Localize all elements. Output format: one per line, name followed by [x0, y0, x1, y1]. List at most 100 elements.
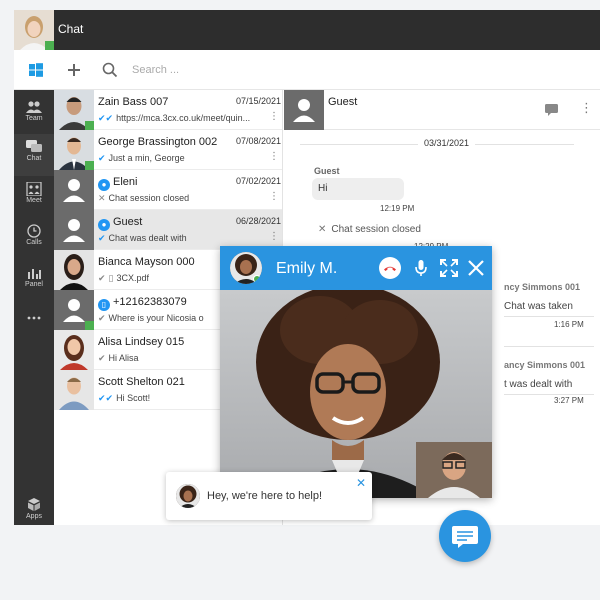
video-call-header: Emily M.	[220, 246, 492, 290]
help-popup[interactable]: Hey, we're here to help! ✕	[166, 472, 372, 520]
avatar	[54, 250, 94, 290]
chat-preview-line: ✔ Chat was dealt with	[98, 233, 263, 244]
nav-item-team[interactable]: Team	[14, 94, 54, 136]
chat-name: Eleni	[113, 176, 138, 188]
close-icon[interactable]	[465, 257, 487, 279]
message-sender: Guest	[314, 166, 340, 176]
message-text: t was dealt with	[504, 379, 573, 390]
message-time: 3:27 PM	[554, 396, 584, 405]
read-check-icon: ✔✔	[98, 113, 114, 123]
team-icon	[26, 101, 42, 113]
chat-preview-line: ✔✔ https://mca.3cx.co.uk/meet/quin...	[98, 113, 263, 124]
chat-preview: Hi Scott!	[116, 393, 151, 403]
message-time: 1:16 PM	[554, 320, 584, 329]
nav-item-panel[interactable]: Panel	[14, 260, 54, 302]
search-icon[interactable]	[100, 60, 120, 80]
divider	[504, 346, 594, 347]
chat-list-item[interactable]: ● Eleni 07/02/2021 ✕ Chat session closed ⋮	[54, 170, 282, 210]
nav-item-meet[interactable]: Meet	[14, 176, 54, 218]
online-status	[45, 41, 54, 50]
online-status	[253, 275, 261, 283]
avatar	[54, 210, 94, 250]
chat-name-line: ● Eleni	[98, 176, 137, 191]
video-call-window[interactable]: Emily M.	[220, 246, 492, 498]
online-status	[85, 321, 94, 330]
more-options-icon[interactable]: ⋮	[269, 112, 279, 122]
chat-list-item[interactable]: Zain Bass 007 07/15/2021 ✔✔ https://mca.3…	[54, 90, 282, 130]
search-input[interactable]	[132, 59, 272, 81]
top-bar: Chat	[14, 10, 600, 50]
more-icon	[27, 316, 41, 320]
system-message-line: ✕ Chat session closed	[318, 224, 421, 235]
avatar	[54, 370, 94, 410]
divider	[504, 316, 594, 317]
avatar	[54, 290, 94, 330]
add-icon[interactable]	[64, 60, 84, 80]
chat-date: 06/28/2021	[235, 216, 281, 226]
conversation-title: Guest	[328, 96, 358, 108]
close-icon: ✕	[98, 193, 106, 203]
avatar	[284, 90, 324, 130]
phone-icon: ▯	[98, 299, 110, 311]
check-icon: ✔	[98, 273, 106, 283]
check-icon: ✔	[98, 233, 106, 243]
livechat-icon: ●	[98, 179, 110, 191]
nav-label: Meet	[26, 197, 42, 204]
chat-date: 07/02/2021	[235, 176, 281, 186]
date-separator: 03/31/2021	[300, 138, 574, 148]
chat-list-item-selected[interactable]: ● Guest 06/28/2021 ✔ Chat was dealt with ⋮	[54, 210, 282, 250]
nav-label: Team	[25, 115, 43, 122]
chat-name-line: ▯ +12162383079	[98, 296, 187, 311]
nav-item-more[interactable]	[14, 304, 54, 332]
fullscreen-icon[interactable]	[438, 257, 460, 279]
transfer-chat-icon[interactable]	[544, 102, 560, 118]
message-sender: ncy Simmons 001	[504, 282, 581, 292]
open-chat-button[interactable]	[439, 510, 491, 562]
self-video-preview[interactable]	[416, 442, 492, 498]
chat-preview: Chat was dealt with	[108, 233, 187, 243]
nav-item-apps[interactable]: Apps	[14, 492, 54, 525]
nav-item-chat[interactable]: Chat	[14, 134, 54, 176]
avatar	[54, 90, 94, 130]
chat-preview: Hi Alisa	[108, 353, 139, 363]
chat-preview-line: ✕ Chat session closed	[98, 193, 263, 204]
chat-list-item[interactable]: George Brassington 002 07/08/2021 ✔ Just …	[54, 130, 282, 170]
divider	[504, 394, 594, 395]
nav-label: Apps	[26, 513, 42, 520]
microphone-icon[interactable]	[410, 257, 432, 279]
chat-preview: https://mca.3cx.co.uk/meet/quin...	[116, 113, 251, 123]
close-icon[interactable]: ✕	[356, 476, 366, 490]
online-status	[85, 161, 94, 170]
check-icon: ✔	[98, 353, 106, 363]
conversation-header: Guest ⋮	[284, 90, 600, 130]
message-sender: ancy Simmons 001	[504, 360, 586, 370]
chat-icon	[26, 140, 42, 152]
more-options-icon[interactable]: ⋮	[580, 100, 593, 116]
chat-name: George Brassington 002	[98, 136, 218, 148]
windows-icon[interactable]	[26, 60, 46, 80]
chat-name: +12162383079	[113, 296, 187, 308]
calls-icon	[27, 224, 41, 238]
more-options-icon[interactable]: ⋮	[269, 152, 279, 162]
avatar	[54, 130, 94, 170]
remote-video	[220, 284, 492, 498]
apps-icon	[28, 498, 40, 511]
date-label: 03/31/2021	[418, 138, 476, 148]
help-popup-text: Hey, we're here to help!	[207, 490, 323, 502]
chat-date: 07/08/2021	[235, 136, 281, 146]
more-options-icon[interactable]: ⋮	[269, 192, 279, 202]
more-options-icon[interactable]: ⋮	[269, 232, 279, 242]
panel-icon	[28, 269, 41, 279]
message-time: 12:19 PM	[380, 204, 415, 213]
chat-preview: Where is your Nicosia o	[108, 313, 204, 323]
message-text: Chat was taken	[504, 301, 573, 312]
hang-up-icon[interactable]	[379, 257, 401, 279]
chat-preview: Chat session closed	[108, 193, 190, 203]
toolbar	[14, 50, 600, 90]
user-avatar[interactable]	[14, 10, 54, 50]
chat-preview-line: ✔ Just a min, George	[98, 153, 263, 164]
nav-label: Panel	[25, 281, 43, 288]
nav-item-calls[interactable]: Calls	[14, 218, 54, 260]
read-check-icon: ✔✔	[98, 393, 114, 403]
avatar	[54, 170, 94, 210]
